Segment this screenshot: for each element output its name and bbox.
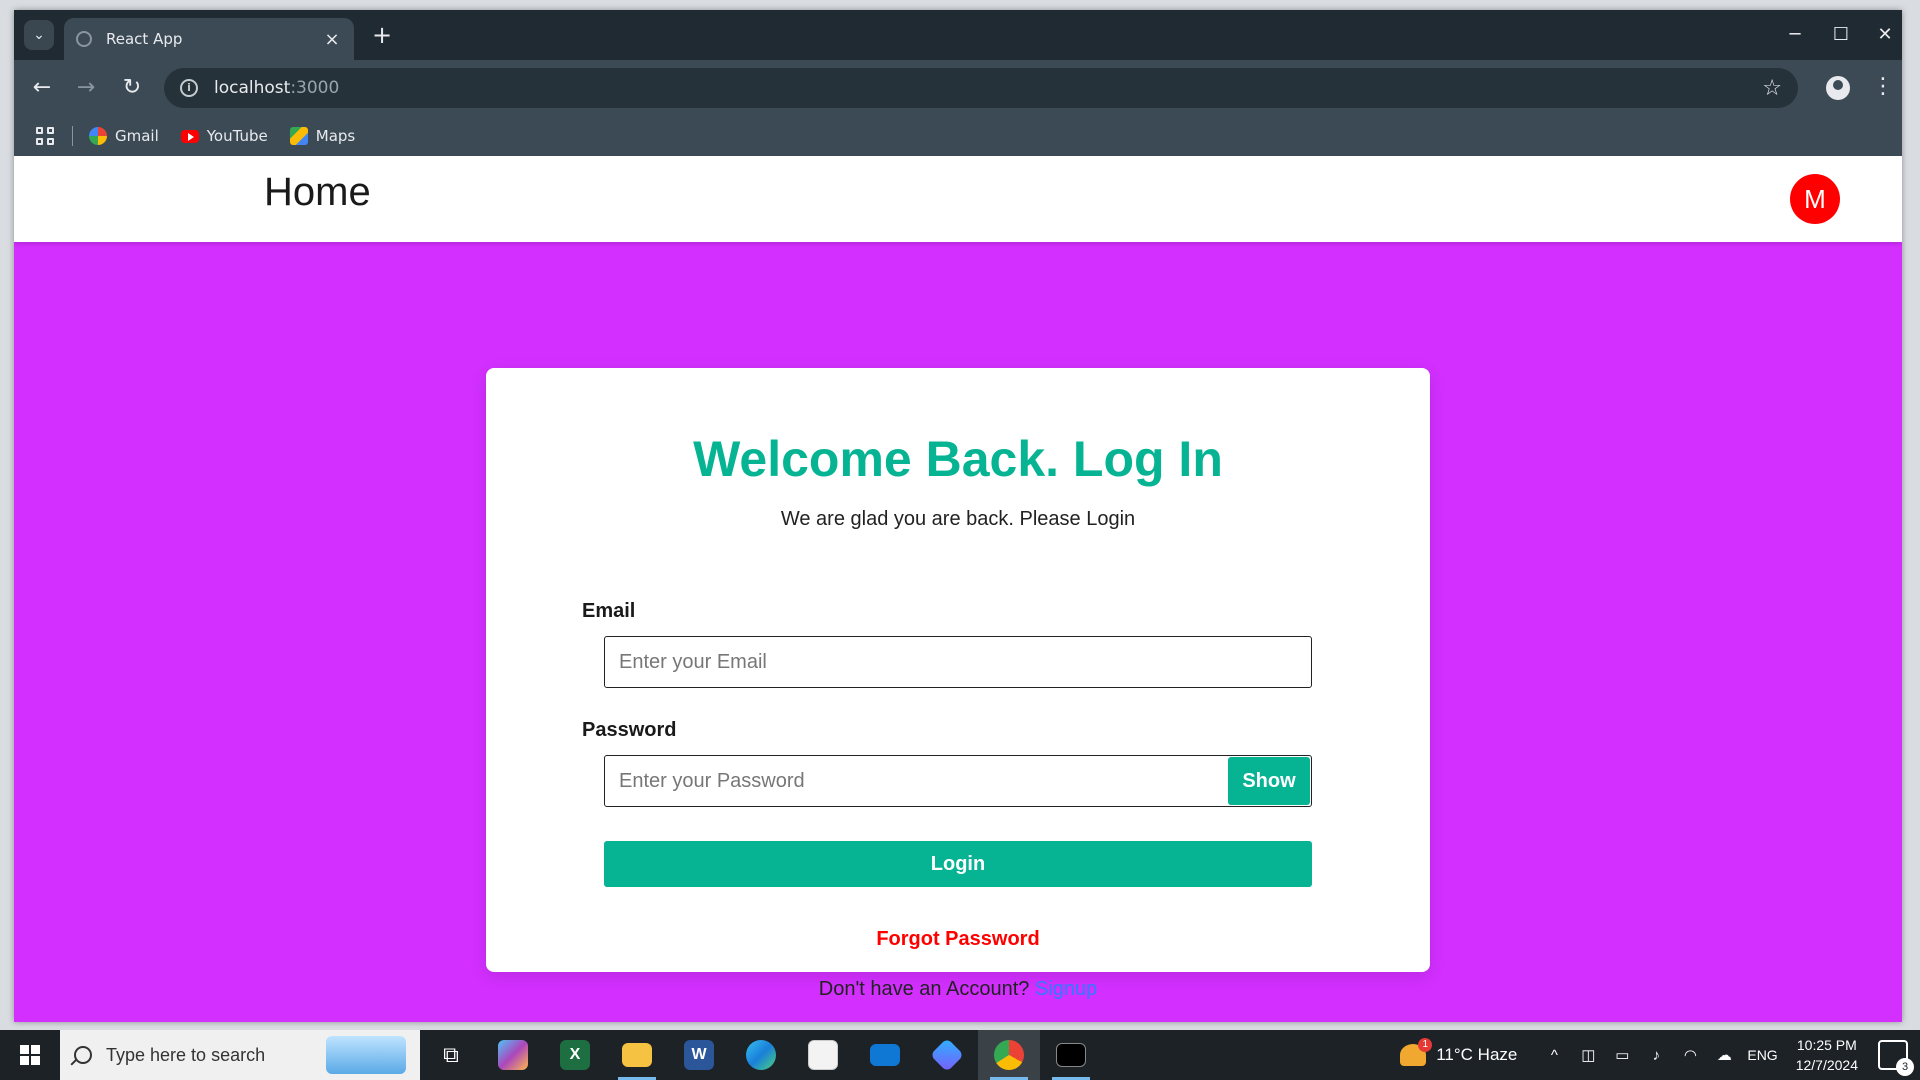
weather-badge: 1 <box>1418 1038 1433 1052</box>
taskbar: Type here to search ⧉ X W 1 11°C Haze ^ … <box>0 1030 1920 1080</box>
site-info-icon[interactable]: i <box>180 79 198 97</box>
copilot-button[interactable] <box>482 1030 544 1080</box>
task-view-icon: ⧉ <box>443 1042 459 1067</box>
notification-count: 3 <box>1896 1058 1914 1076</box>
copilot-app-button[interactable] <box>916 1030 978 1080</box>
forgot-password-link[interactable]: Forgot Password <box>486 928 1430 951</box>
volume-icon[interactable]: ♪ <box>1645 1047 1667 1064</box>
app-header: Home M <box>14 156 1902 242</box>
bookmarks-bar: Gmail YouTube Maps <box>14 116 1902 156</box>
login-title: Welcome Back. Log In <box>693 431 1223 487</box>
signup-prompt-text: Don't have an Account? <box>818 978 1030 1000</box>
url-port: :3000 <box>290 78 340 98</box>
system-tray: 1 11°C Haze ^ ◫ ▭ ♪ ◠ ☁ ENG 10:25 PM 12/… <box>1400 1030 1920 1080</box>
login-button[interactable]: Login <box>604 841 1312 887</box>
edge-icon <box>746 1040 776 1070</box>
maximize-button[interactable]: ☐ <box>1826 22 1856 48</box>
bookmark-youtube[interactable]: YouTube <box>180 127 268 145</box>
chrome-icon <box>994 1040 1024 1070</box>
windows-logo-icon <box>20 1045 40 1065</box>
url-host: localhost <box>214 78 291 98</box>
bookmark-label: YouTube <box>206 127 268 145</box>
browser-toolbar: ← → ↻ i localhost :3000 ☆ ⋮ <box>14 60 1902 116</box>
home-link[interactable]: Home <box>264 170 371 215</box>
mail-button[interactable] <box>854 1030 916 1080</box>
signup-prompt: Don't have an Account? Signup <box>14 978 1902 1001</box>
address-bar[interactable]: i localhost :3000 ☆ <box>164 68 1798 108</box>
folder-icon <box>622 1043 652 1067</box>
apps-grid-icon[interactable] <box>36 127 54 145</box>
terminal-icon <box>1056 1043 1086 1067</box>
battery-icon[interactable]: ▭ <box>1611 1046 1633 1064</box>
gmail-icon <box>89 127 107 145</box>
show-password-button[interactable]: Show <box>1228 757 1310 805</box>
reload-button[interactable]: ↻ <box>118 74 146 102</box>
browser-tab[interactable]: React App × <box>64 18 354 60</box>
wifi-icon[interactable]: ◠ <box>1679 1046 1701 1064</box>
bookmark-gmail[interactable]: Gmail <box>89 127 159 145</box>
login-card: Welcome Back. Log In We are glad you are… <box>486 368 1430 972</box>
password-field[interactable] <box>604 755 1312 807</box>
profile-icon[interactable] <box>1826 76 1850 100</box>
bookmark-maps[interactable]: Maps <box>289 127 356 145</box>
password-label: Password <box>582 719 677 741</box>
weather-icon: 1 <box>1400 1038 1433 1066</box>
start-button[interactable] <box>0 1030 60 1080</box>
signup-link[interactable]: Signup <box>1035 978 1097 1000</box>
search-placeholder: Type here to search <box>106 1044 266 1065</box>
browser-titlebar: ⌄ React App × + — ─ ☐ ✕ <box>14 10 1902 60</box>
bookmark-label: Maps <box>315 127 356 145</box>
close-tab-icon[interactable]: × <box>322 29 342 50</box>
weather-widget[interactable]: 1 11°C Haze <box>1400 1038 1518 1066</box>
app-icon <box>930 1038 964 1072</box>
forward-button[interactable]: → <box>72 74 100 102</box>
taskbar-search[interactable]: Type here to search <box>60 1030 420 1080</box>
bookmark-separator <box>72 126 73 146</box>
chrome-button[interactable] <box>978 1030 1040 1080</box>
login-subtitle: We are glad you are back. Please Login <box>780 508 1136 530</box>
excel-icon: X <box>560 1040 590 1070</box>
maps-icon <box>289 127 308 145</box>
page-viewport: Home M Welcome Back. Log In We are glad … <box>14 156 1902 1022</box>
minimize-icon[interactable]: ─ <box>1780 22 1810 48</box>
tab-search-button[interactable]: ⌄ <box>24 20 54 50</box>
browser-menu-icon[interactable]: ⋮ <box>1872 74 1894 99</box>
email-field[interactable] <box>604 636 1312 688</box>
edge-button[interactable] <box>730 1030 792 1080</box>
store-icon <box>808 1040 838 1070</box>
terminal-button[interactable] <box>1040 1030 1102 1080</box>
notification-icon[interactable]: 3 <box>1878 1040 1914 1076</box>
task-view-button[interactable]: ⧉ <box>420 1030 482 1080</box>
copilot-icon <box>498 1040 528 1070</box>
globe-icon <box>76 31 92 47</box>
language-indicator[interactable]: ENG <box>1747 1047 1777 1063</box>
bookmark-star-icon[interactable]: ☆ <box>1762 76 1782 101</box>
meet-icon[interactable]: ◫ <box>1577 1046 1599 1064</box>
chevron-up-icon[interactable]: ^ <box>1543 1047 1565 1064</box>
store-button[interactable] <box>792 1030 854 1080</box>
file-explorer-button[interactable] <box>606 1030 668 1080</box>
clock-time: 10:25 PM <box>1796 1037 1857 1053</box>
browser-window: ⌄ React App × + — ─ ☐ ✕ ← → ↻ i localhos… <box>14 10 1902 1022</box>
new-tab-button[interactable]: + <box>370 23 394 48</box>
excel-button[interactable]: X <box>544 1030 606 1080</box>
mail-icon <box>870 1044 900 1066</box>
clock-date: 12/7/2024 <box>1795 1057 1858 1073</box>
search-icon <box>74 1046 92 1064</box>
back-button[interactable]: ← <box>28 74 56 102</box>
onedrive-icon[interactable]: ☁ <box>1713 1046 1735 1064</box>
search-highlight-image <box>326 1036 406 1074</box>
desktop: ⌄ React App × + — ─ ☐ ✕ ← → ↻ i localhos… <box>0 0 1920 1080</box>
tab-title: React App <box>106 30 183 48</box>
weather-text: 11°C Haze <box>1436 1045 1518 1064</box>
email-label: Email <box>582 600 636 622</box>
bookmark-label: Gmail <box>115 127 159 145</box>
close-window-button[interactable]: ✕ <box>1870 22 1900 48</box>
avatar[interactable]: M <box>1790 174 1840 224</box>
youtube-icon <box>180 129 199 143</box>
word-button[interactable]: W <box>668 1030 730 1080</box>
clock[interactable]: 10:25 PM 12/7/2024 <box>1796 1035 1858 1075</box>
word-icon: W <box>684 1040 714 1070</box>
